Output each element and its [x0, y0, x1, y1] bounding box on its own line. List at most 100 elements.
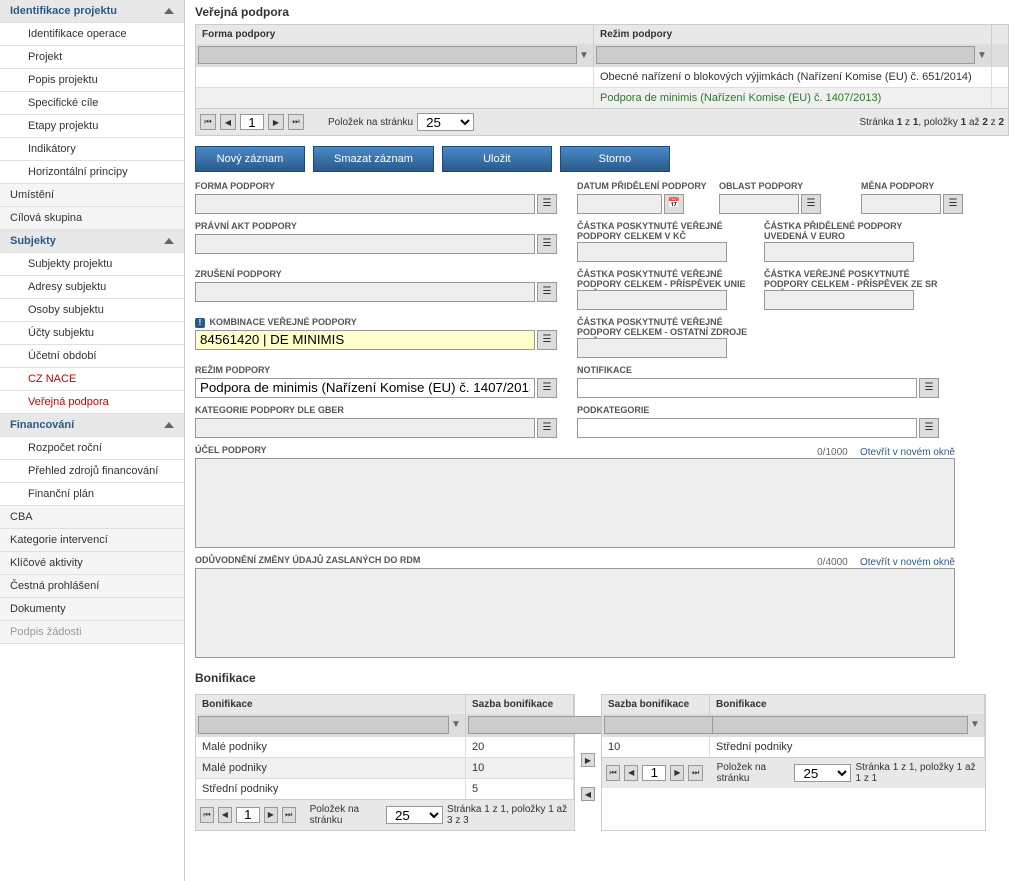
- sidebar-item-ucetni[interactable]: Účetní období: [0, 345, 184, 368]
- lookup-icon[interactable]: ☰: [537, 330, 557, 350]
- filter-forma[interactable]: [198, 46, 577, 64]
- filter-bonif-right[interactable]: [712, 716, 968, 734]
- sidebar-item-horizontalni[interactable]: Horizontální principy: [0, 161, 184, 184]
- filter-bonif-left[interactable]: [198, 716, 449, 734]
- sidebar-item-financni-plan[interactable]: Finanční plán: [0, 483, 184, 506]
- sidebar-item-cba[interactable]: CBA: [0, 506, 184, 529]
- input-forma-podpory[interactable]: [195, 194, 535, 214]
- novy-zaznam-button[interactable]: Nový záznam: [195, 146, 305, 172]
- pager-page-input[interactable]: [236, 807, 260, 823]
- sidebar-item-subjekty-projektu[interactable]: Subjekty projektu: [0, 253, 184, 276]
- grid-row[interactable]: Podpora de minimis (Nařízení Komise (EU)…: [196, 87, 1008, 108]
- pager-last-icon[interactable]: ⏭: [288, 114, 304, 130]
- input-castka-celkem[interactable]: [577, 242, 727, 262]
- sidebar-item-kategorie-intervenci[interactable]: Kategorie intervencí: [0, 529, 184, 552]
- lookup-icon[interactable]: ☰: [537, 194, 557, 214]
- filter-icon[interactable]: ▼: [449, 718, 463, 732]
- pager-first-icon[interactable]: ⏮: [606, 765, 620, 781]
- pager-page-input[interactable]: [240, 114, 264, 130]
- lookup-icon[interactable]: ☰: [537, 418, 557, 438]
- input-pravni-akt[interactable]: [195, 234, 535, 254]
- lookup-icon[interactable]: ☰: [919, 418, 939, 438]
- textarea-ucel[interactable]: [195, 458, 955, 548]
- pager-next-icon[interactable]: ▶: [264, 807, 278, 823]
- pager-page-input[interactable]: [642, 765, 666, 781]
- input-kombinace[interactable]: [195, 330, 535, 350]
- filter-icon[interactable]: ▼: [577, 48, 591, 62]
- sidebar-item-prehled-zdroju[interactable]: Přehled zdrojů financování: [0, 460, 184, 483]
- pager-perpage-select[interactable]: 25: [794, 764, 851, 782]
- col-bonifikace[interactable]: Bonifikace: [710, 695, 985, 714]
- lookup-icon[interactable]: ☰: [919, 378, 939, 398]
- input-podkategorie[interactable]: [577, 418, 917, 438]
- filter-icon[interactable]: ▼: [968, 718, 982, 732]
- col-forma[interactable]: Forma podpory: [196, 25, 594, 44]
- pager-first-icon[interactable]: ⏮: [200, 807, 214, 823]
- grid-row[interactable]: Malé podniky 20: [196, 736, 574, 757]
- input-oblast[interactable]: [719, 194, 799, 214]
- input-mena[interactable]: [861, 194, 941, 214]
- sidebar-group-financovani[interactable]: Financování: [0, 414, 184, 437]
- sidebar-item-identifikace-operace[interactable]: Identifikace operace: [0, 23, 184, 46]
- grid-row[interactable]: Střední podniky 5: [196, 778, 574, 799]
- grid-row[interactable]: 10 Střední podniky: [602, 736, 985, 757]
- input-zruseni[interactable]: [195, 282, 535, 302]
- lookup-icon[interactable]: ☰: [537, 282, 557, 302]
- open-window-link[interactable]: Otevřít v novém okně: [860, 447, 955, 458]
- pager-perpage-select[interactable]: 25: [417, 113, 474, 131]
- ulozit-button[interactable]: Uložit: [442, 146, 552, 172]
- sidebar-group-subjekty[interactable]: Subjekty: [0, 230, 184, 253]
- sidebar-item-klicove[interactable]: Klíčové aktivity: [0, 552, 184, 575]
- sidebar-item-cznace[interactable]: CZ NACE: [0, 368, 184, 391]
- input-notifikace[interactable]: [577, 378, 917, 398]
- grid-row[interactable]: Malé podniky 10: [196, 757, 574, 778]
- input-castka-ostatni[interactable]: [577, 338, 727, 358]
- transfer-left-icon[interactable]: ◀: [581, 787, 595, 801]
- col-sazba[interactable]: Sazba bonifikace: [602, 695, 710, 714]
- col-rezim[interactable]: Režim podpory: [594, 25, 992, 44]
- grid-row[interactable]: Obecné nařízení o blokových výjimkách (N…: [196, 66, 1008, 87]
- sidebar-item-umisteni[interactable]: Umístění: [0, 184, 184, 207]
- sidebar-item-rozpocet[interactable]: Rozpočet roční: [0, 437, 184, 460]
- input-datum[interactable]: [577, 194, 662, 214]
- pager-last-icon[interactable]: ⏭: [282, 807, 296, 823]
- calendar-icon[interactable]: 📅: [664, 194, 684, 214]
- input-castka-pridel[interactable]: [764, 242, 914, 262]
- pager-last-icon[interactable]: ⏭: [688, 765, 702, 781]
- textarea-oduvodneni[interactable]: [195, 568, 955, 658]
- pager-prev-icon[interactable]: ◀: [218, 807, 232, 823]
- sidebar-item-etapy[interactable]: Etapy projektu: [0, 115, 184, 138]
- lookup-icon[interactable]: ☰: [537, 378, 557, 398]
- sidebar-item-indikatory[interactable]: Indikátory: [0, 138, 184, 161]
- sidebar-item-dokumenty[interactable]: Dokumenty: [0, 598, 184, 621]
- lookup-icon[interactable]: ☰: [943, 194, 963, 214]
- storno-button[interactable]: Storno: [560, 146, 670, 172]
- pager-prev-icon[interactable]: ◀: [624, 765, 638, 781]
- sidebar-group-identifikace[interactable]: Identifikace projektu: [0, 0, 184, 23]
- lookup-icon[interactable]: ☰: [537, 234, 557, 254]
- col-bonifikace[interactable]: Bonifikace: [196, 695, 466, 714]
- input-kategorie-gber[interactable]: [195, 418, 535, 438]
- sidebar-item-popis[interactable]: Popis projektu: [0, 69, 184, 92]
- input-rezim[interactable]: [195, 378, 535, 398]
- col-sazba[interactable]: Sazba bonifikace: [466, 695, 574, 714]
- sidebar-item-verejna-podpora[interactable]: Veřejná podpora: [0, 391, 184, 414]
- transfer-right-icon[interactable]: ▶: [581, 753, 595, 767]
- sidebar-item-projekt[interactable]: Projekt: [0, 46, 184, 69]
- smazat-zaznam-button[interactable]: Smazat záznam: [313, 146, 434, 172]
- sidebar-item-ucty[interactable]: Účty subjektu: [0, 322, 184, 345]
- sidebar-item-cilova[interactable]: Cílová skupina: [0, 207, 184, 230]
- sidebar-item-podpis[interactable]: Podpis žádosti: [0, 621, 184, 644]
- filter-icon[interactable]: ▼: [975, 48, 989, 62]
- pager-next-icon[interactable]: ▶: [670, 765, 684, 781]
- pager-perpage-select[interactable]: 25: [386, 806, 443, 824]
- sidebar-item-specificke[interactable]: Specifické cíle: [0, 92, 184, 115]
- lookup-icon[interactable]: ☰: [801, 194, 821, 214]
- pager-first-icon[interactable]: ⏮: [200, 114, 216, 130]
- input-castka-unie[interactable]: [577, 290, 727, 310]
- sidebar-item-adresy[interactable]: Adresy subjektu: [0, 276, 184, 299]
- filter-rezim[interactable]: [596, 46, 975, 64]
- open-window-link[interactable]: Otevřít v novém okně: [860, 557, 955, 568]
- sidebar-item-cestna[interactable]: Čestná prohlášení: [0, 575, 184, 598]
- pager-next-icon[interactable]: ▶: [268, 114, 284, 130]
